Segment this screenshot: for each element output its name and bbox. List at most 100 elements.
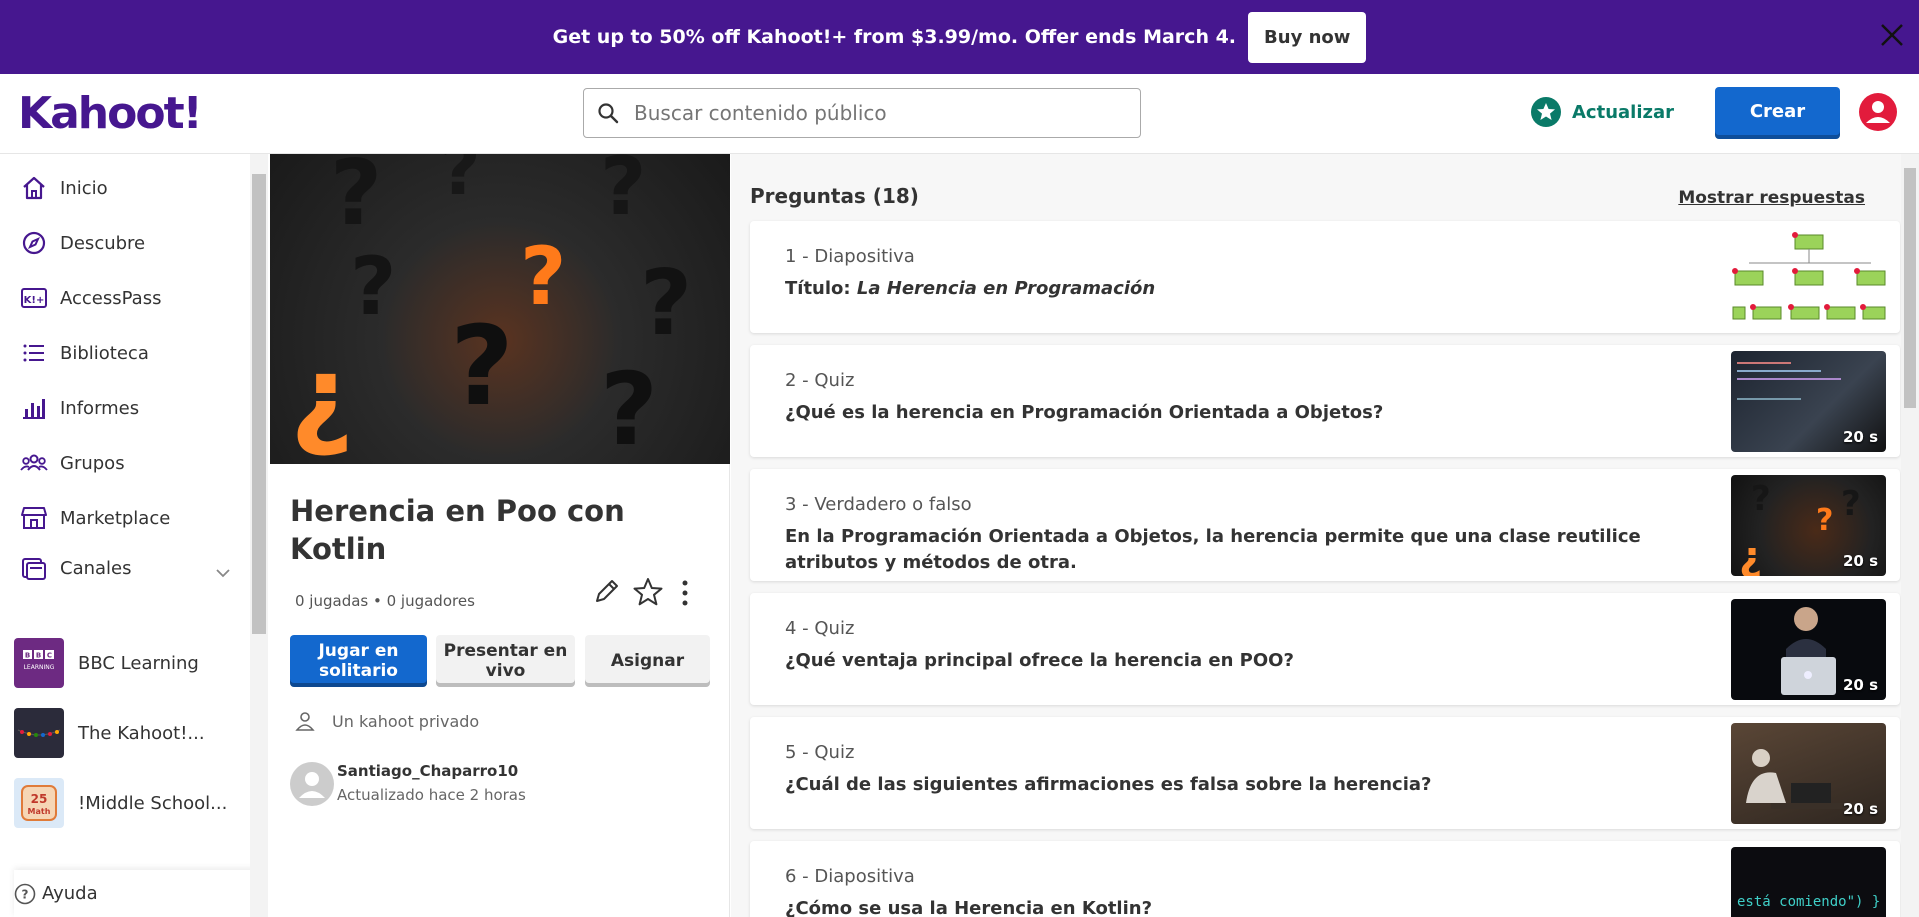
math-badge-icon: 25 Math xyxy=(14,778,64,828)
svg-text:Math: Math xyxy=(28,807,51,816)
question-card[interactable]: 1 - Diapositiva Título: La Herencia en P… xyxy=(750,221,1900,333)
question-title: La Herencia en Programación xyxy=(856,278,1156,299)
help-icon: ? xyxy=(14,883,36,904)
question-card[interactable]: 2 - Quiz ¿Qué es la herencia en Programa… xyxy=(750,345,1900,457)
question-type: 2 - Quiz xyxy=(785,370,855,391)
sidebar-item-label: Descubre xyxy=(60,232,146,254)
author-name[interactable]: Santiago_Chaparro10 xyxy=(337,762,526,780)
channel-item-bbc[interactable]: B B C LEARNING BBC Learning xyxy=(14,638,199,688)
kahoot-logo[interactable]: Kahoot! xyxy=(18,88,203,139)
upgrade-button[interactable]: Actualizar xyxy=(1530,96,1674,128)
question-type: 6 - Diapositiva xyxy=(785,866,915,887)
sidebar-item-inicio[interactable]: Inicio xyxy=(20,172,108,204)
sidebar-item-biblioteca[interactable]: Biblioteca xyxy=(20,337,149,369)
close-icon[interactable] xyxy=(1875,18,1909,52)
bar-chart-icon xyxy=(23,399,45,419)
question-thumbnail: 20 s xyxy=(1731,723,1886,824)
search-input[interactable] xyxy=(634,101,1114,125)
question-thumbnail: está comiendo") } xyxy=(1731,847,1886,917)
assign-button[interactable]: Asignar xyxy=(585,635,710,687)
svg-text:K!+: K!+ xyxy=(24,295,45,306)
time-label: 20 s xyxy=(1842,552,1878,570)
scrollbar-thumb[interactable] xyxy=(252,174,266,634)
svg-text:?: ? xyxy=(1751,479,1771,519)
promo-banner: Get up to 50% off Kahoot!+ from $3.99/mo… xyxy=(0,0,1919,74)
sidebar-item-canales[interactable]: Canales xyxy=(20,552,132,584)
sidebar-item-label: Biblioteca xyxy=(60,342,149,364)
sidebar-item-descubre[interactable]: Descubre xyxy=(20,227,145,259)
user-avatar-icon[interactable] xyxy=(1858,92,1898,132)
search-box[interactable] xyxy=(583,88,1141,138)
sidebar-item-label: Marketplace xyxy=(60,507,171,529)
play-stats: 0 jugadas • 0 jugadores xyxy=(295,592,475,610)
question-card[interactable]: 4 - Quiz ¿Qué ventaja principal ofrece l… xyxy=(750,593,1900,705)
svg-text:?: ? xyxy=(350,240,396,333)
cover-image: ? ? ? ? ? ? ? ? ¿ xyxy=(270,154,730,464)
questions-panel: Preguntas (18) Mostrar respuestas 1 - Di… xyxy=(731,154,1901,917)
sidebar-item-informes[interactable]: Informes xyxy=(20,392,139,424)
question-thumbnail: 20 s xyxy=(1731,599,1886,700)
list-icon xyxy=(23,344,44,362)
code-text-image: está comiendo") } xyxy=(1737,894,1880,910)
question-thumbnail: 20 s xyxy=(1731,351,1886,452)
channel-label: !Middle School... xyxy=(78,792,228,814)
help-label: Ayuda xyxy=(42,883,98,904)
question-prefix: Título: xyxy=(785,278,857,299)
svg-text:?: ? xyxy=(640,251,692,356)
sidebar-item-marketplace[interactable]: Marketplace xyxy=(20,502,170,534)
sidebar-scrollbar[interactable] xyxy=(250,154,268,917)
question-text: Título: La Herencia en Programación xyxy=(785,276,1685,302)
svg-text:?: ? xyxy=(1816,503,1833,538)
chevron-down-icon[interactable] xyxy=(214,564,232,582)
question-card[interactable]: 6 - Diapositiva ¿Cómo se usa la Herencia… xyxy=(750,841,1900,917)
present-live-button[interactable]: Presentar en vivo xyxy=(436,635,575,687)
play-solo-button[interactable]: Jugar en solitario xyxy=(290,635,427,687)
compass-icon xyxy=(22,231,46,255)
question-card[interactable]: 3 - Verdadero o falso En la Programación… xyxy=(750,469,1900,581)
svg-text:?: ? xyxy=(22,887,29,901)
svg-text:?: ? xyxy=(600,351,658,464)
svg-text:?: ? xyxy=(520,230,566,323)
author-avatar xyxy=(290,762,334,806)
privacy-info: Un kahoot privado xyxy=(294,710,479,732)
scrollbar-thumb[interactable] xyxy=(1904,168,1916,408)
author-info: Santiago_Chaparro10 Actualizado hace 2 h… xyxy=(290,762,526,806)
thumb-code-text: está comiendo") } xyxy=(1737,894,1880,910)
sidebar-item-label: Inicio xyxy=(60,177,108,199)
question-card[interactable]: 5 - Quiz ¿Cuál de las siguientes afirmac… xyxy=(750,717,1900,829)
kahoot-title: Herencia en Poo con Kotlin xyxy=(290,494,625,566)
question-thumbnail: ? ? ? ¿ 20 s xyxy=(1731,475,1886,576)
sidebar-item-grupos[interactable]: Grupos xyxy=(20,447,125,479)
channel-item-kahoot[interactable]: The Kahoot!... xyxy=(14,708,205,758)
sidebar-item-accesspass[interactable]: K!+ AccessPass xyxy=(20,282,161,314)
channel-item-middle-school[interactable]: 25 Math !Middle School... xyxy=(14,778,227,828)
updated-time: Actualizado hace 2 horas xyxy=(337,786,526,804)
star-badge-icon xyxy=(1531,97,1561,127)
svg-text:¿: ¿ xyxy=(1739,534,1762,576)
question-thumbnail xyxy=(1731,227,1886,328)
svg-text:C: C xyxy=(47,652,52,660)
buy-now-button[interactable]: Buy now xyxy=(1248,11,1367,63)
question-marks-image: ? ? ? ? ? ? ? ? ¿ xyxy=(290,154,692,464)
pencil-icon[interactable] xyxy=(592,576,622,606)
main-scrollbar[interactable] xyxy=(1901,154,1919,917)
more-vertical-icon[interactable] xyxy=(680,578,690,608)
create-button[interactable]: Crear xyxy=(1715,87,1840,139)
lights-garland-icon xyxy=(14,708,64,758)
show-answers-link[interactable]: Mostrar respuestas xyxy=(1678,188,1865,208)
users-icon xyxy=(20,454,48,471)
hierarchy-diagram-image xyxy=(1732,232,1886,320)
question-type: 4 - Quiz xyxy=(785,618,855,639)
upgrade-label: Actualizar xyxy=(1572,101,1675,123)
svg-text:?: ? xyxy=(1841,484,1861,524)
question-type: 3 - Verdadero o falso xyxy=(785,494,972,515)
time-label: 20 s xyxy=(1842,676,1878,694)
help-button[interactable]: ? Ayuda xyxy=(14,870,260,917)
question-text: En la Programación Orientada a Objetos, … xyxy=(785,526,1641,573)
svg-text:25: 25 xyxy=(31,792,48,806)
person-icon xyxy=(295,712,315,731)
channels-icon xyxy=(22,558,46,580)
home-icon xyxy=(23,176,45,200)
star-icon[interactable] xyxy=(632,576,664,608)
questions-heading: Preguntas (18) xyxy=(750,184,919,208)
